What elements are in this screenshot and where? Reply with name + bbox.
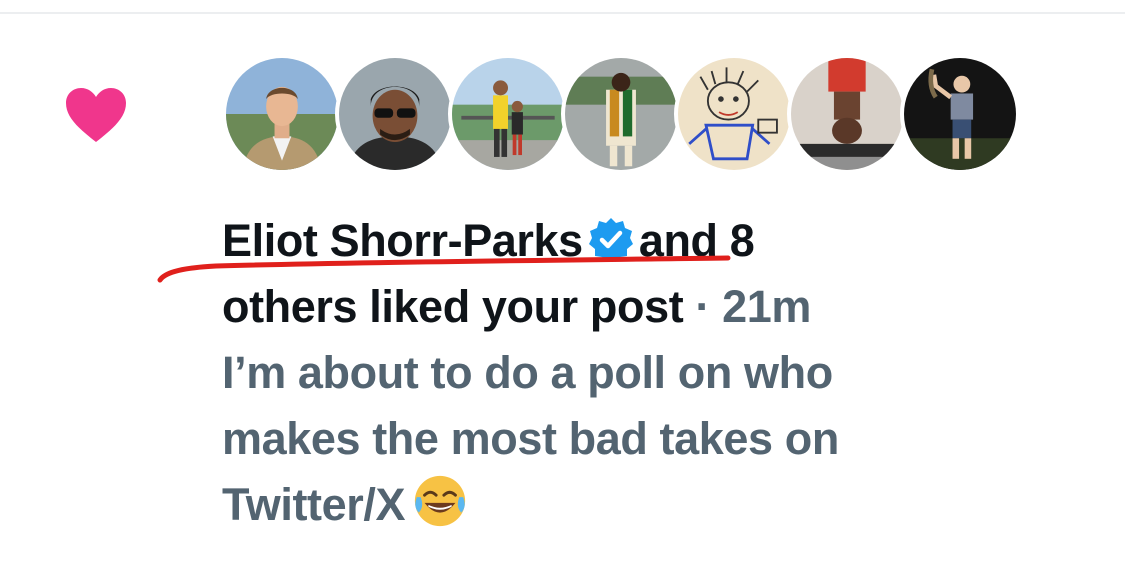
avatar-person-at-night-icon	[904, 58, 1016, 170]
post-text-line-3: Twitter/X	[222, 472, 1102, 538]
separator-dot: ·	[695, 281, 710, 332]
avatar-person-upside-down-icon	[791, 58, 903, 170]
post-text-line-1: I’m about to do a poll on who	[222, 347, 833, 398]
avatar-man-in-suit-icon	[226, 58, 338, 170]
avatar-drawing-icon	[678, 58, 790, 170]
avatar-7[interactable]	[900, 54, 1020, 174]
avatar-4[interactable]	[561, 54, 681, 174]
post-text-line-2: makes the most bad takes on	[222, 413, 839, 464]
avatar-two-people-outdoors-icon	[452, 58, 564, 170]
heart-icon	[66, 88, 126, 142]
avatar-1[interactable]	[222, 54, 342, 174]
avatar-man-in-traditional-outfit-icon	[565, 58, 677, 170]
avatar-5[interactable]	[674, 54, 794, 174]
top-divider	[0, 12, 1125, 14]
timestamp: 21m	[722, 281, 811, 332]
post-text-line-3-text: Twitter/X	[222, 479, 406, 530]
red-annotation-underline	[157, 255, 731, 283]
avatar-2[interactable]	[335, 54, 455, 174]
others-liked-text: others liked your post	[222, 281, 684, 332]
avatar-man-with-sunglasses-icon	[339, 58, 451, 170]
face-with-tears-of-joy-icon	[414, 475, 466, 527]
avatar-3[interactable]	[448, 54, 568, 174]
avatar-6[interactable]	[787, 54, 907, 174]
